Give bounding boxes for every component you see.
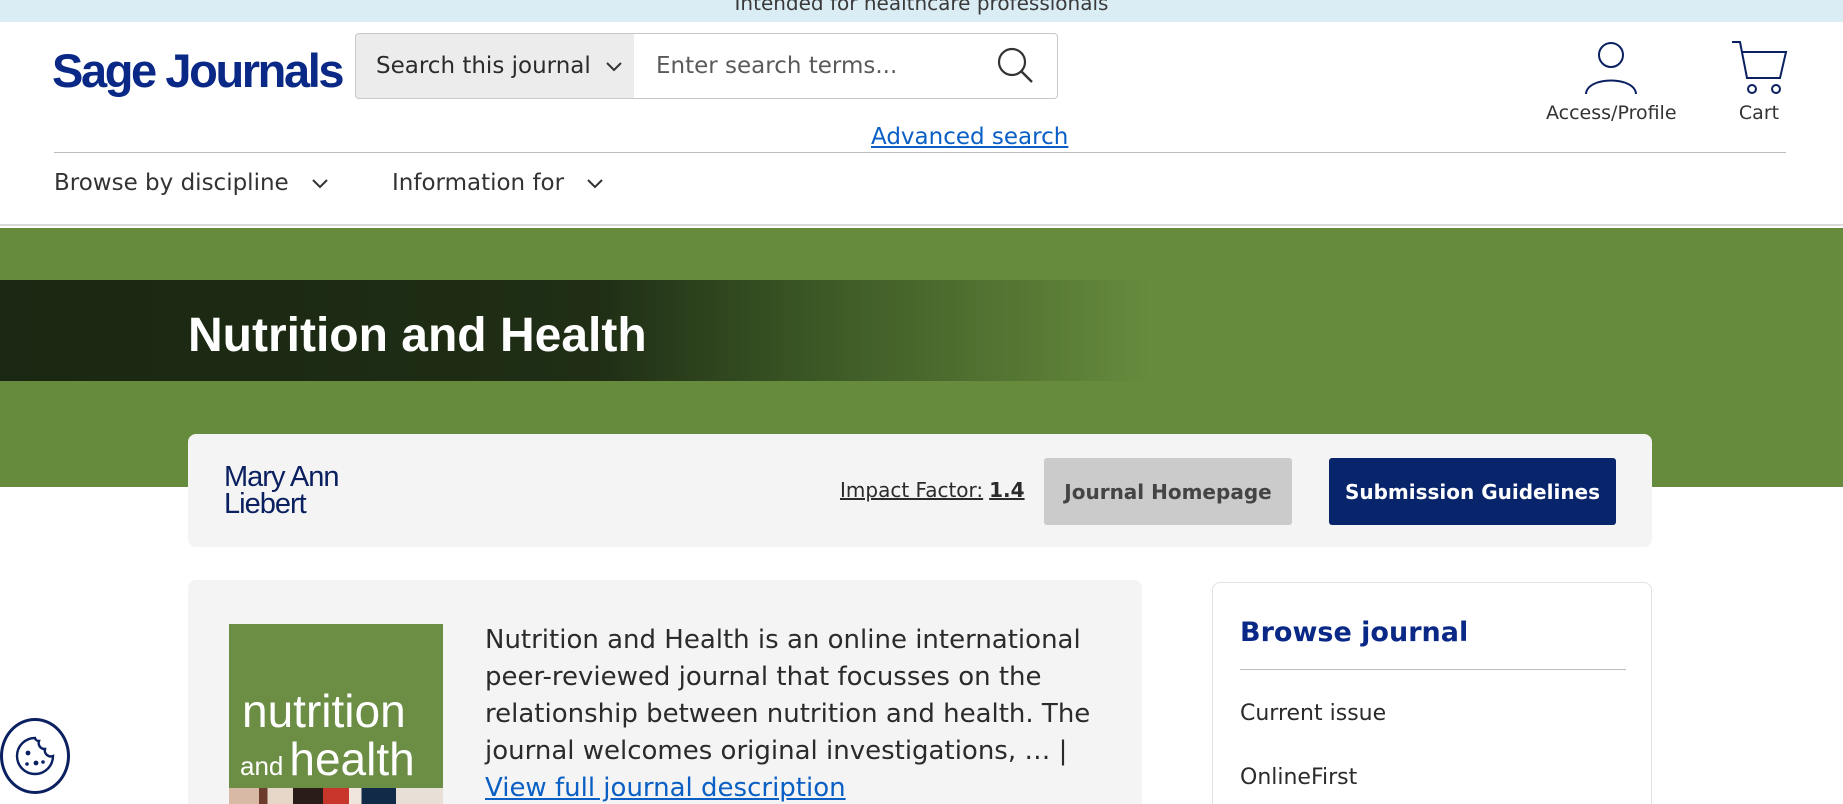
cookie-settings-button[interactable]: [0, 718, 70, 794]
access-profile-button[interactable]: Access/Profile: [1546, 38, 1677, 124]
chevron-down-icon: [606, 61, 622, 71]
journal-cover-image: nutrition and health: [229, 624, 443, 804]
cookie-icon: [15, 736, 55, 776]
sage-journals-logo[interactable]: Sage Journals: [52, 43, 344, 98]
information-for-label: Information for: [392, 170, 565, 196]
journal-description-text: Nutrition and Health is an online intern…: [485, 625, 1091, 766]
journal-homepage-button[interactable]: Journal Homepage: [1044, 458, 1292, 525]
journal-info-bar: Mary Ann Liebert Impact Factor: 1.4 Journ…: [188, 434, 1652, 547]
chevron-down-icon: [311, 178, 328, 188]
browse-item-onlinefirst[interactable]: OnlineFirst: [1240, 765, 1357, 790]
healthcare-notice-text: Intended for healthcare professionals: [734, 0, 1109, 15]
journal-description: Nutrition and Health is an online intern…: [485, 622, 1105, 804]
impact-factor-link[interactable]: Impact Factor: 1.4: [840, 478, 1025, 502]
journal-description-card: nutrition and health Nutrition and Health…: [188, 580, 1142, 804]
browse-divider: [1240, 669, 1626, 670]
cover-title-line: and health: [240, 732, 415, 786]
cover-photo-strip: [229, 788, 443, 804]
access-profile-label: Access/Profile: [1546, 102, 1677, 124]
publisher-line-1: Mary Ann: [224, 461, 339, 493]
search-button[interactable]: [990, 45, 1040, 87]
user-icon: [1585, 42, 1638, 95]
journal-title: Nutrition and Health: [188, 309, 647, 362]
cover-title-small: and: [240, 751, 284, 781]
information-for-menu[interactable]: Information for: [392, 170, 604, 196]
header-divider: [54, 152, 1786, 153]
search-icon: [997, 47, 1033, 83]
site-header: Sage Journals Search this journal Advanc…: [0, 22, 1843, 226]
browse-by-discipline-label: Browse by discipline: [54, 170, 289, 196]
submission-guidelines-button[interactable]: Submission Guidelines: [1329, 458, 1616, 525]
cover-title-word: nutrition: [242, 685, 406, 737]
healthcare-notice-bar: Intended for healthcare professionals: [0, 0, 1843, 22]
search-scope-dropdown[interactable]: Search this journal: [355, 33, 635, 99]
browse-journal-heading: Browse journal: [1240, 617, 1469, 648]
browse-item-current-issue[interactable]: Current issue: [1240, 701, 1386, 726]
cart-label: Cart: [1738, 102, 1780, 124]
impact-factor-label: Impact Factor:: [840, 478, 984, 502]
search-scope-label: Search this journal: [376, 53, 591, 79]
impact-factor-value: 1.4: [989, 478, 1025, 502]
mary-ann-liebert-logo[interactable]: Mary Ann Liebert: [224, 461, 339, 520]
cart-button[interactable]: Cart: [1730, 38, 1788, 124]
cover-title-large: health: [289, 733, 415, 785]
advanced-search-link[interactable]: Advanced search: [871, 124, 1068, 150]
cart-icon: [1732, 41, 1788, 94]
browse-journal-panel: Browse journal Current issue OnlineFirst: [1212, 582, 1652, 804]
journal-title-band: Nutrition and Health: [0, 280, 1150, 381]
chevron-down-icon: [587, 178, 603, 188]
browse-by-discipline-menu[interactable]: Browse by discipline: [54, 170, 329, 196]
view-full-description-link[interactable]: View full journal description: [485, 773, 846, 803]
publisher-line-2: Liebert: [224, 488, 307, 520]
